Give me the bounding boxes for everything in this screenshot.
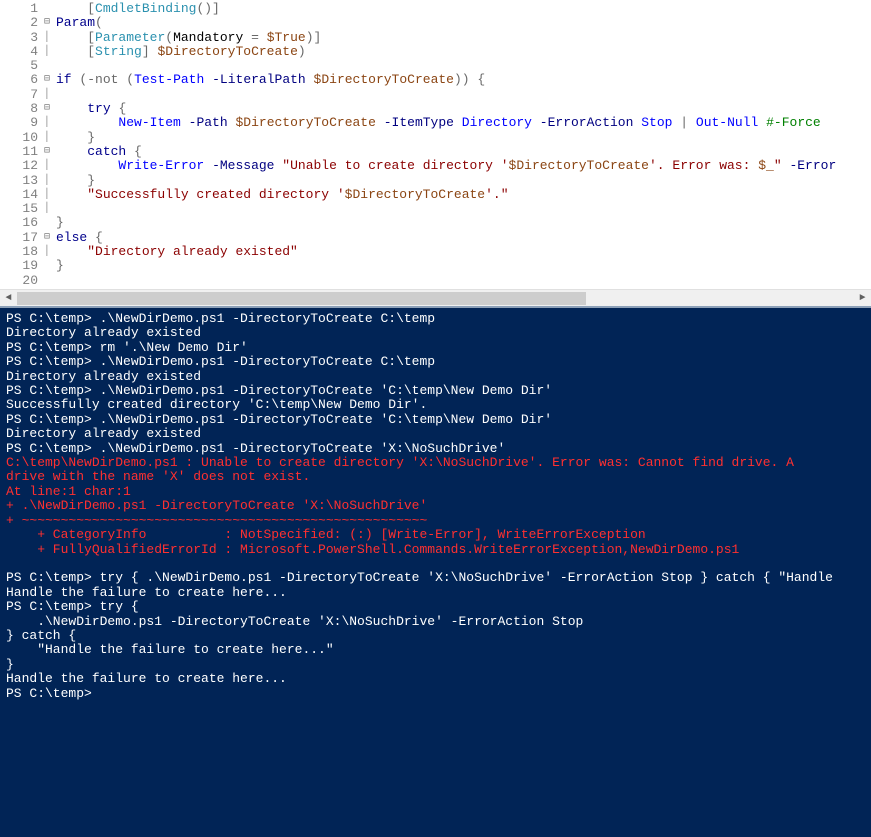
line-number: 11 — [0, 145, 38, 159]
code-line[interactable]: } — [56, 174, 871, 188]
code-content[interactable]: [CmdletBinding()]Param( [Parameter(Manda… — [56, 0, 871, 289]
fold-column[interactable]: ⊟││⊟│⊟││⊟││││⊟│ — [44, 0, 56, 289]
console-line: Handle the failure to create here... — [6, 672, 865, 686]
console-error-line: C:\temp\NewDirDemo.ps1 : Unable to creat… — [6, 456, 865, 470]
fold-guide — [44, 59, 56, 73]
code-line[interactable] — [56, 274, 871, 288]
fold-guide: │ — [44, 88, 56, 102]
fold-guide: │ — [44, 131, 56, 145]
fold-guide: │ — [44, 31, 56, 45]
fold-toggle-icon[interactable]: ⊟ — [44, 145, 56, 159]
code-line[interactable]: [Parameter(Mandatory = $True)] — [56, 31, 871, 45]
code-line[interactable]: catch { — [56, 145, 871, 159]
line-number: 20 — [0, 274, 38, 288]
line-number: 12 — [0, 159, 38, 173]
code-line[interactable]: else { — [56, 231, 871, 245]
scroll-right-arrow[interactable]: ► — [854, 290, 871, 307]
line-number: 1 — [0, 2, 38, 16]
line-number: 13 — [0, 174, 38, 188]
fold-toggle-icon[interactable]: ⊟ — [44, 231, 56, 245]
line-number-gutter: 1234567891011121314151617181920 — [0, 0, 44, 289]
fold-guide: │ — [44, 245, 56, 259]
console-error-line: drive with the name 'X' does not exist. — [6, 470, 865, 484]
line-number: 16 — [0, 216, 38, 230]
console-line: "Handle the failure to create here..." — [6, 643, 865, 657]
code-line[interactable]: "Directory already existed" — [56, 245, 871, 259]
console-line: PS C:\temp> .\NewDirDemo.ps1 -DirectoryT… — [6, 355, 865, 369]
code-line[interactable]: } — [56, 131, 871, 145]
code-line[interactable]: Param( — [56, 16, 871, 30]
console-line: PS C:\temp> .\NewDirDemo.ps1 -DirectoryT… — [6, 384, 865, 398]
line-number: 9 — [0, 116, 38, 130]
fold-guide: │ — [44, 174, 56, 188]
console-line: PS C:\temp> try { — [6, 600, 865, 614]
console-line: PS C:\temp> .\NewDirDemo.ps1 -DirectoryT… — [6, 413, 865, 427]
code-line[interactable] — [56, 59, 871, 73]
console-line: } — [6, 658, 865, 672]
fold-guide: │ — [44, 188, 56, 202]
code-line[interactable]: [String] $DirectoryToCreate) — [56, 45, 871, 59]
console-line: PS C:\temp> — [6, 687, 865, 701]
code-editor-pane[interactable]: 1234567891011121314151617181920 ⊟││⊟│⊟││… — [0, 0, 871, 289]
line-number: 14 — [0, 188, 38, 202]
line-number: 5 — [0, 59, 38, 73]
scroll-thumb[interactable] — [17, 292, 586, 305]
line-number: 4 — [0, 45, 38, 59]
console-line: PS C:\temp> try { .\NewDirDemo.ps1 -Dire… — [6, 571, 865, 585]
line-number: 3 — [0, 31, 38, 45]
console-line: Directory already existed — [6, 326, 865, 340]
console-line: Directory already existed — [6, 370, 865, 384]
console-line: Directory already existed — [6, 427, 865, 441]
scroll-track[interactable] — [17, 290, 854, 307]
code-line[interactable]: if (-not (Test-Path -LiteralPath $Direct… — [56, 73, 871, 87]
code-line[interactable]: } — [56, 216, 871, 230]
fold-guide: │ — [44, 45, 56, 59]
code-line[interactable]: Write-Error -Message "Unable to create d… — [56, 159, 871, 173]
line-number: 2 — [0, 16, 38, 30]
horizontal-scrollbar[interactable]: ◄ ► — [0, 289, 871, 306]
code-line[interactable]: "Successfully created directory '$Direct… — [56, 188, 871, 202]
line-number: 15 — [0, 202, 38, 216]
scroll-left-arrow[interactable]: ◄ — [0, 290, 17, 307]
console-error-line: + FullyQualifiedErrorId : Microsoft.Powe… — [6, 543, 865, 557]
console-line: Handle the failure to create here... — [6, 586, 865, 600]
fold-guide — [44, 216, 56, 230]
fold-guide: │ — [44, 159, 56, 173]
code-line[interactable] — [56, 88, 871, 102]
console-line: PS C:\temp> rm '.\New Demo Dir' — [6, 341, 865, 355]
fold-guide — [44, 259, 56, 273]
line-number: 6 — [0, 73, 38, 87]
fold-toggle-icon[interactable]: ⊟ — [44, 73, 56, 87]
line-number: 18 — [0, 245, 38, 259]
code-line[interactable] — [56, 202, 871, 216]
console-line: PS C:\temp> .\NewDirDemo.ps1 -DirectoryT… — [6, 312, 865, 326]
line-number: 10 — [0, 131, 38, 145]
console-error-line: + .\NewDirDemo.ps1 -DirectoryToCreate 'X… — [6, 499, 865, 513]
code-line[interactable]: New-Item -Path $DirectoryToCreate -ItemT… — [56, 116, 871, 130]
line-number: 7 — [0, 88, 38, 102]
console-pane[interactable]: PS C:\temp> .\NewDirDemo.ps1 -DirectoryT… — [0, 306, 871, 837]
console-line: PS C:\temp> .\NewDirDemo.ps1 -DirectoryT… — [6, 442, 865, 456]
line-number: 19 — [0, 259, 38, 273]
console-line: Successfully created directory 'C:\temp\… — [6, 398, 865, 412]
console-line — [6, 557, 865, 571]
fold-toggle-icon[interactable]: ⊟ — [44, 102, 56, 116]
line-number: 8 — [0, 102, 38, 116]
fold-toggle-icon[interactable]: ⊟ — [44, 16, 56, 30]
fold-guide: │ — [44, 116, 56, 130]
console-error-line: At line:1 char:1 — [6, 485, 865, 499]
fold-guide: │ — [44, 202, 56, 216]
fold-guide — [44, 2, 56, 16]
console-line: } catch { — [6, 629, 865, 643]
fold-guide — [44, 274, 56, 288]
code-line[interactable]: try { — [56, 102, 871, 116]
line-number: 17 — [0, 231, 38, 245]
console-error-line: + ~~~~~~~~~~~~~~~~~~~~~~~~~~~~~~~~~~~~~~… — [6, 514, 865, 528]
console-line: .\NewDirDemo.ps1 -DirectoryToCreate 'X:\… — [6, 615, 865, 629]
console-error-line: + CategoryInfo : NotSpecified: (:) [Writ… — [6, 528, 865, 542]
code-line[interactable]: [CmdletBinding()] — [56, 2, 871, 16]
code-line[interactable]: } — [56, 259, 871, 273]
